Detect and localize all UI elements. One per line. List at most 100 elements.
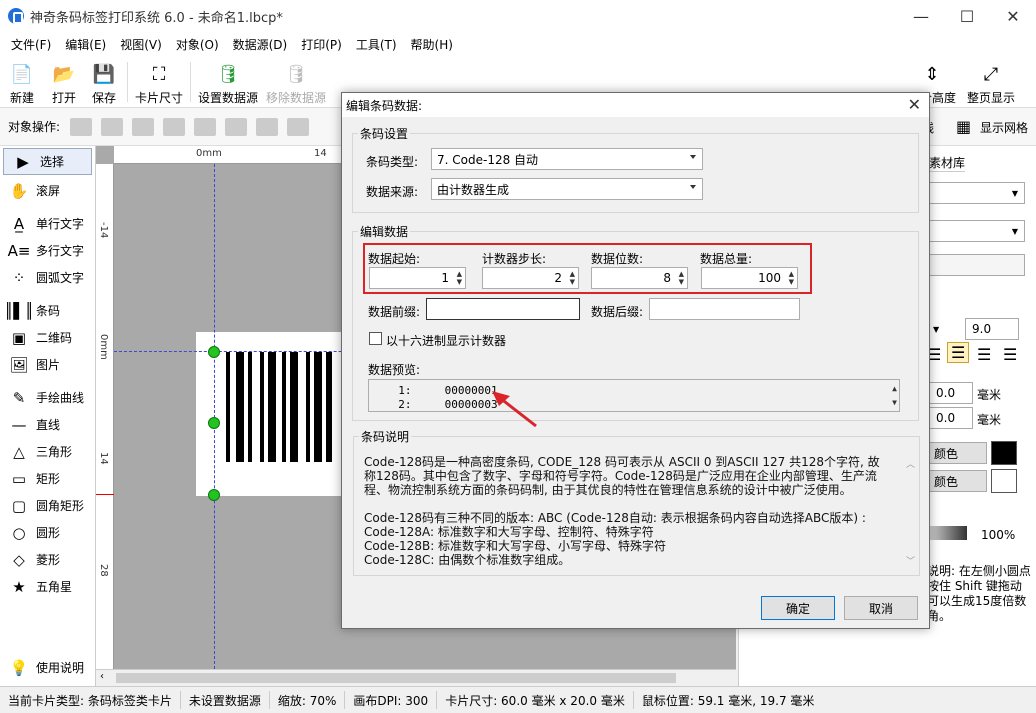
- spinner-arrows-icon[interactable]: ▲ ▼: [679, 270, 684, 286]
- property-select-1[interactable]: ▼: [927, 182, 1025, 204]
- app-icon: [8, 8, 24, 24]
- font-select-arrow[interactable]: ▼: [927, 318, 947, 340]
- tab-material[interactable]: 素材库: [929, 154, 966, 172]
- menu-tools[interactable]: 工具(T): [349, 36, 404, 53]
- font-size-input[interactable]: 9.0: [965, 318, 1019, 340]
- ok-button[interactable]: 确定: [761, 596, 835, 620]
- menu-object[interactable]: 对象(O): [169, 36, 226, 53]
- horizontal-scrollbar[interactable]: ‹: [96, 669, 736, 686]
- resize-handle-bottom[interactable]: [208, 489, 220, 501]
- toolbar-separator: [127, 62, 128, 102]
- barcode-type-select[interactable]: 7. Code-128 自动: [431, 148, 703, 170]
- menu-help[interactable]: 帮助(H): [404, 36, 460, 53]
- description-scrollbar[interactable]: ︿ ﹀: [906, 457, 915, 567]
- tool-rect[interactable]: ▭ 矩形: [0, 465, 95, 492]
- prefix-input[interactable]: [426, 298, 580, 320]
- fill-color-swatch[interactable]: [991, 441, 1017, 465]
- layer-up-icon[interactable]: [70, 117, 93, 136]
- tool-single-text[interactable]: A̲ 单行文字: [0, 210, 95, 237]
- minimize-button[interactable]: —: [898, 0, 944, 32]
- tool-round-rect[interactable]: ▢ 圆角矩形: [0, 492, 95, 519]
- property-field-3[interactable]: [927, 254, 1025, 276]
- edit-barcode-dialog: 编辑条码数据: ✕ 条码设置 条码类型: 7. Code-128 自动 数据来源…: [341, 92, 930, 629]
- offset-x-input[interactable]: 0.0: [929, 382, 973, 404]
- tool-barcode[interactable]: ║▌║ 条码: [0, 297, 95, 324]
- cancel-button[interactable]: 取消: [844, 596, 918, 620]
- digits-spinner[interactable]: 8 ▲ ▼: [591, 267, 688, 289]
- preview-scroll-arrows[interactable]: ▲ ▼: [892, 382, 897, 410]
- group-title: 编辑数据: [358, 223, 411, 240]
- barcode-object[interactable]: [226, 352, 351, 462]
- chevron-down-icon: [690, 185, 696, 189]
- suffix-input[interactable]: [649, 298, 800, 320]
- align-right-icon[interactable]: ☰: [977, 345, 991, 364]
- offset-y-input[interactable]: 0.0: [929, 407, 973, 429]
- preview-line-2: 2: 00000003: [385, 398, 498, 411]
- tool-circle[interactable]: ○ 圆形: [0, 519, 95, 546]
- datasource-select[interactable]: 由计数器生成: [431, 178, 703, 200]
- align-justify-icon[interactable]: ☰: [1003, 345, 1017, 364]
- spinner-arrows-icon[interactable]: ▲ ▼: [789, 270, 794, 286]
- menu-view[interactable]: 视图(V): [113, 36, 169, 53]
- tool-star[interactable]: ★ 五角星: [0, 573, 95, 600]
- tool-help[interactable]: 💡 使用说明: [0, 654, 95, 681]
- save-button[interactable]: 💾 保存: [84, 56, 124, 108]
- step-value-spinner[interactable]: 2 ▲ ▼: [482, 267, 579, 289]
- toolbar-separator: [190, 62, 191, 102]
- hex-checkbox[interactable]: [369, 332, 382, 345]
- barcode-description-text: Code-128码是一种高密度条码, CODE_128 码可表示从 ASCII …: [364, 455, 880, 567]
- tool-select[interactable]: ▶ 选择: [3, 148, 92, 175]
- layer-top-icon[interactable]: [101, 117, 124, 136]
- new-button[interactable]: 📄 新建: [0, 56, 44, 108]
- tool-line[interactable]: — 直线: [0, 411, 95, 438]
- start-value-spinner[interactable]: 1 ▲ ▼: [369, 267, 466, 289]
- resize-handle-middle[interactable]: [208, 417, 220, 429]
- arc-text-icon: ⁘: [12, 268, 26, 287]
- close-button[interactable]: ✕: [990, 0, 1036, 32]
- tool-image[interactable]: 🖼 图片: [0, 351, 95, 378]
- open-button[interactable]: 📂 打开: [44, 56, 84, 108]
- property-select-2[interactable]: ▼: [927, 220, 1025, 242]
- align-center-icon[interactable]: ☰: [947, 342, 970, 363]
- tool-diamond[interactable]: ◇ 菱形: [0, 546, 95, 573]
- tool-triangle[interactable]: △ 三角形: [0, 438, 95, 465]
- open-file-icon: 📂: [52, 63, 76, 85]
- card-size-button[interactable]: ⛶ 卡片尺寸: [131, 56, 187, 108]
- align-center-icon[interactable]: [225, 117, 248, 136]
- dialog-title-bar: 编辑条码数据: ✕: [342, 93, 929, 117]
- tool-freehand[interactable]: ✎ 手绘曲线: [0, 384, 95, 411]
- spinner-arrows-icon[interactable]: ▲ ▼: [457, 270, 462, 286]
- align-top-icon[interactable]: [287, 117, 310, 136]
- remove-datasource-button[interactable]: 🛢 移除数据源: [262, 56, 330, 108]
- total-spinner[interactable]: 100 ▲ ▼: [701, 267, 798, 289]
- layer-bottom-icon[interactable]: [163, 117, 186, 136]
- align-left-icon[interactable]: [194, 117, 217, 136]
- menu-datasource[interactable]: 数据源(D): [226, 36, 295, 53]
- status-dpi: 画布DPI: 300: [345, 691, 438, 709]
- border-color-button[interactable]: 颜色: [927, 470, 987, 492]
- data-preview-list[interactable]: 1: 00000001 2: 00000003 ▲ ▼: [368, 379, 900, 412]
- whole-page-button[interactable]: ⤢ 整页显示: [962, 56, 1020, 108]
- fill-color-button[interactable]: 颜色: [927, 442, 987, 464]
- align-right-icon[interactable]: [256, 117, 279, 136]
- set-datasource-button[interactable]: 🛢 设置数据源: [194, 56, 262, 108]
- dialog-close-icon[interactable]: ✕: [908, 95, 921, 114]
- cursor-arrow-icon: ▶: [17, 152, 29, 171]
- menu-edit[interactable]: 编辑(E): [58, 36, 113, 53]
- menu-print[interactable]: 打印(P): [294, 36, 349, 53]
- layer-down-icon[interactable]: [132, 117, 155, 136]
- menu-file[interactable]: 文件(F): [4, 36, 58, 53]
- resize-handle-top[interactable]: [208, 346, 220, 358]
- dialog-title: 编辑条码数据:: [346, 98, 423, 113]
- opacity-slider[interactable]: [927, 526, 967, 540]
- tool-arc-text[interactable]: ⁘ 圆弧文字: [0, 264, 95, 291]
- scrollbar-thumb[interactable]: [116, 673, 676, 683]
- tool-multi-text[interactable]: A≡ 多行文字: [0, 237, 95, 264]
- maximize-button[interactable]: ☐: [944, 0, 990, 32]
- show-grid-toggle[interactable]: 显示网格: [980, 119, 1028, 136]
- tool-qrcode[interactable]: ▣ 二维码: [0, 324, 95, 351]
- scroll-left-icon[interactable]: ‹: [100, 671, 104, 682]
- border-color-swatch[interactable]: [991, 469, 1017, 493]
- spinner-arrows-icon[interactable]: ▲ ▼: [570, 270, 575, 286]
- tool-scroll[interactable]: ✋ 滚屏: [0, 177, 95, 204]
